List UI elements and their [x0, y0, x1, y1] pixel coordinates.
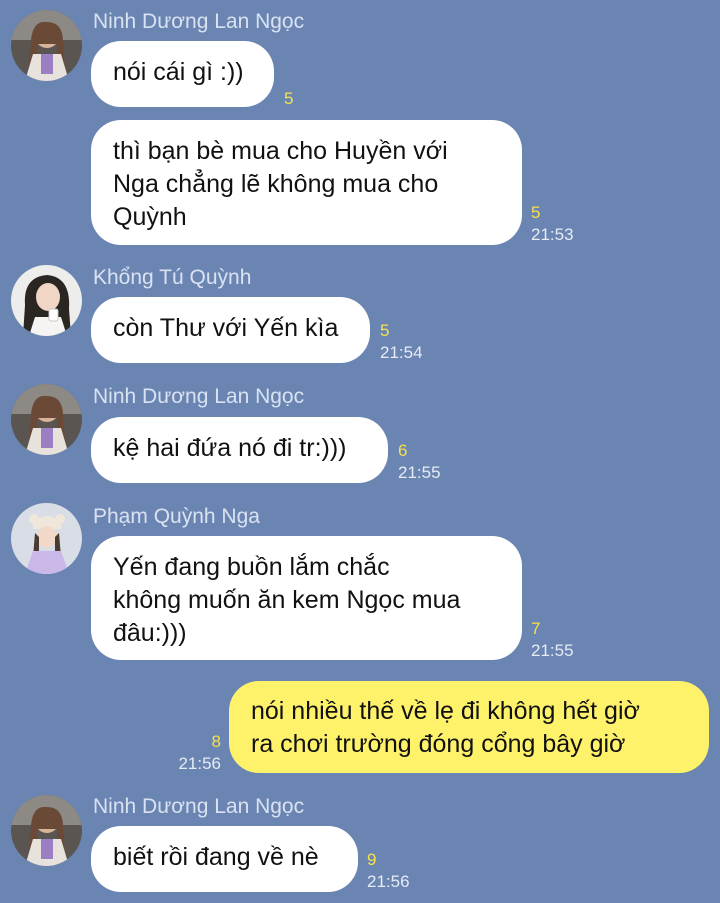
- sender-name: Phạm Quỳnh Nga: [93, 505, 260, 528]
- message-meta: 5: [284, 88, 293, 110]
- timestamp: 21:54: [380, 343, 423, 362]
- message-bubble[interactable]: biết rồi đang về nè: [91, 826, 358, 892]
- message-meta: 9 21:56: [367, 849, 410, 893]
- read-count: 5: [380, 321, 390, 340]
- message-bubble[interactable]: thì bạn bè mua cho Huyền với Nga chẳng l…: [91, 120, 522, 245]
- timestamp: 21:56: [367, 872, 410, 891]
- avatar-ngoc[interactable]: [11, 795, 82, 866]
- message-meta: 8 21:56: [160, 731, 221, 775]
- sender-name: Ninh Dương Lan Ngọc: [93, 795, 305, 818]
- message-bubble[interactable]: còn Thư với Yến kìa: [91, 297, 370, 363]
- message-meta: 7 21:55: [531, 618, 574, 662]
- message-bubble[interactable]: Yến đang buồn lắm chắc không muốn ăn kem…: [91, 536, 522, 660]
- message-meta: 6 21:55: [398, 440, 441, 484]
- avatar-ngoc[interactable]: [11, 10, 82, 81]
- read-count: 6: [398, 441, 408, 460]
- message-bubble[interactable]: nói cái gì :)): [91, 41, 274, 107]
- avatar-ngoc[interactable]: [11, 384, 82, 455]
- avatar-quynh[interactable]: [11, 265, 82, 336]
- message-bubble[interactable]: kệ hai đứa nó đi tr:))): [91, 417, 388, 483]
- read-count: 5: [284, 89, 294, 108]
- timestamp: 21:56: [178, 754, 221, 773]
- timestamp: 21:53: [531, 225, 574, 244]
- message-meta: 5 21:53: [531, 202, 574, 246]
- message-meta: 5 21:54: [380, 320, 423, 364]
- timestamp: 21:55: [398, 463, 441, 482]
- own-message-bubble[interactable]: nói nhiều thế về lẹ đi không hết giờ ra …: [229, 681, 709, 773]
- avatar-nga[interactable]: [11, 503, 82, 574]
- read-count: 8: [211, 732, 221, 751]
- sender-name: Ninh Dương Lan Ngọc: [93, 10, 305, 33]
- read-count: 5: [531, 203, 541, 222]
- sender-name: Ninh Dương Lan Ngọc: [93, 385, 305, 408]
- read-count: 9: [367, 850, 377, 869]
- sender-name: Khổng Tú Quỳnh: [93, 266, 252, 289]
- read-count: 7: [531, 619, 541, 638]
- timestamp: 21:55: [531, 641, 574, 660]
